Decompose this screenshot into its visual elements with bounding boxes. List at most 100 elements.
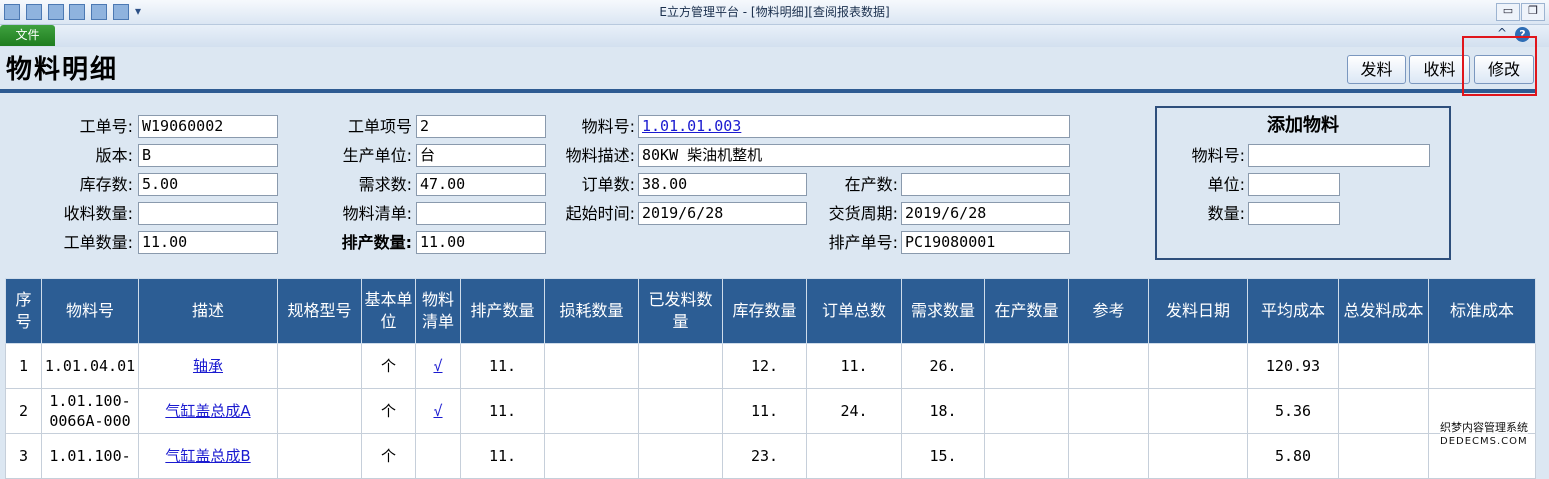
scheduled-qty-label: 排产数量: [341, 233, 412, 252]
version-field[interactable]: B [138, 144, 278, 167]
desc-link[interactable]: 气缸盖总成A [165, 402, 250, 420]
file-tab[interactable]: 文件 [0, 25, 55, 46]
delivery-cycle-field[interactable]: 2019/6/28 [901, 202, 1070, 225]
spec-cell [277, 343, 362, 389]
stock-cell: 23. [722, 433, 807, 479]
spec-cell [277, 433, 362, 479]
desc-link[interactable]: 轴承 [193, 357, 223, 375]
demand-cell: 15. [901, 433, 985, 479]
desc-cell: 气缸盖总成A [138, 388, 278, 434]
receive-button[interactable]: 收料 [1409, 55, 1470, 84]
column-header[interactable]: 排产数量 [460, 278, 545, 344]
ribbon-bar [0, 25, 1549, 48]
column-header[interactable]: 物料清单 [415, 278, 461, 344]
column-header[interactable]: 总发料成本 [1338, 278, 1429, 344]
schedule-no-label: 排产单号: [828, 233, 898, 252]
ordered-qty-label: 订单数: [581, 175, 635, 194]
in-prod-cell [984, 343, 1069, 389]
ref-cell [1068, 343, 1149, 389]
column-header[interactable]: 已发料数量 [638, 278, 723, 344]
column-header[interactable]: 损耗数量 [544, 278, 639, 344]
add-material-no-input[interactable] [1248, 144, 1430, 167]
ordered-qty-field[interactable]: 38.00 [638, 173, 807, 196]
column-header[interactable]: 参考 [1068, 278, 1149, 344]
avg-cost-cell: 5.80 [1247, 433, 1339, 479]
material-table: 序号 物料号 描述 规格型号 基本单位 物料清单 排产数量 损耗数量 已发料数量… [5, 278, 1536, 479]
scheduled-cell: 11. [460, 343, 545, 389]
table-row[interactable]: 2 1.01.100-0066A-000 气缸盖总成A 个 √ 11. 11. … [5, 388, 1536, 434]
bom-field[interactable] [416, 202, 546, 225]
material-no-cell: 1.01.100-0066A-000 [41, 388, 139, 434]
loss-cell [544, 388, 639, 434]
order-qty-field[interactable]: 11.00 [138, 231, 278, 254]
item-no-label: 工单项号 [347, 117, 412, 136]
restore-button[interactable]: ❐ [1521, 3, 1545, 21]
issued-cell [638, 343, 723, 389]
add-material-no-label: 物料号: [1191, 146, 1245, 165]
material-no-cell: 1.01.04.01 [41, 343, 139, 389]
scheduled-qty-field[interactable]: 11.00 [416, 231, 546, 254]
material-no-field[interactable]: 1.01.01.003 [638, 115, 1070, 138]
table-row[interactable]: 1 1.01.04.01 轴承 个 √ 11. 12. 11. 26. 120.… [5, 343, 1536, 389]
add-qty-input[interactable] [1248, 202, 1340, 225]
column-header[interactable]: 平均成本 [1247, 278, 1339, 344]
content-area: 物料明细 发料 收料 修改 工单号: W19060002 版本: B 库存数: … [0, 36, 1549, 479]
column-header[interactable]: 需求数量 [901, 278, 985, 344]
bom-link[interactable]: √ [433, 402, 442, 420]
bom-label: 物料清单: [342, 204, 412, 223]
window-titlebar: ▾ E立方管理平台 - [物料明细][查阅报表数据] ▭ ❐ [0, 0, 1549, 25]
seq-cell: 1 [5, 343, 42, 389]
production-unit-field[interactable]: 台 [416, 144, 546, 167]
in-prod-cell [984, 388, 1069, 434]
unit-cell: 个 [361, 433, 416, 479]
minimize-button[interactable]: ▭ [1496, 3, 1520, 21]
column-header[interactable]: 物料号 [41, 278, 139, 344]
column-header[interactable]: 标准成本 [1428, 278, 1536, 344]
material-no-cell: 1.01.100- [41, 433, 139, 479]
production-unit-label: 生产单位: [342, 146, 412, 165]
column-header[interactable]: 序号 [5, 278, 42, 344]
issued-cell [638, 433, 723, 479]
total-cost-cell [1338, 388, 1429, 434]
column-header[interactable]: 基本单位 [361, 278, 416, 344]
column-header[interactable]: 库存数量 [722, 278, 807, 344]
bom-cell: √ [415, 388, 461, 434]
material-desc-field[interactable]: 80KW 柴油机整机 [638, 144, 1070, 167]
in-production-field[interactable] [901, 173, 1070, 196]
demand-qty-field[interactable]: 47.00 [416, 173, 546, 196]
received-qty-field[interactable] [138, 202, 278, 225]
highlight-box [1462, 36, 1537, 96]
seq-cell: 3 [5, 433, 42, 479]
bom-link[interactable]: √ [433, 357, 442, 375]
desc-link[interactable]: 气缸盖总成B [165, 447, 250, 465]
table-row[interactable]: 3 1.01.100- 气缸盖总成B 个 11. 23. 15. 5.80 [5, 433, 1536, 479]
watermark: 织梦内容管理系统 DEDECMS.COM [1440, 421, 1528, 449]
column-header[interactable]: 描述 [138, 278, 278, 344]
column-header[interactable]: 订单总数 [806, 278, 902, 344]
ref-cell [1068, 388, 1149, 434]
title-divider [0, 89, 1537, 93]
delivery-cycle-label: 交货周期: [828, 204, 898, 223]
add-unit-label: 单位: [1207, 175, 1245, 194]
start-time-field[interactable]: 2019/6/28 [638, 202, 807, 225]
schedule-no-field[interactable]: PC19080001 [901, 231, 1070, 254]
column-header[interactable]: 规格型号 [277, 278, 362, 344]
work-order-no-field[interactable]: W19060002 [138, 115, 278, 138]
loss-cell [544, 433, 639, 479]
bom-cell [415, 433, 461, 479]
column-header[interactable]: 在产数量 [984, 278, 1069, 344]
watermark-line2: DEDECMS.COM [1440, 436, 1528, 447]
add-unit-input[interactable] [1248, 173, 1340, 196]
stock-qty-field[interactable]: 5.00 [138, 173, 278, 196]
material-no-link[interactable]: 1.01.01.003 [642, 117, 741, 135]
issued-cell [638, 388, 723, 434]
column-header[interactable]: 发料日期 [1148, 278, 1248, 344]
demand-cell: 18. [901, 388, 985, 434]
std-cost-cell [1428, 343, 1536, 389]
stock-cell: 11. [722, 388, 807, 434]
total-cost-cell [1338, 343, 1429, 389]
issue-button[interactable]: 发料 [1347, 55, 1406, 84]
item-no-field[interactable]: 2 [416, 115, 546, 138]
stock-cell: 12. [722, 343, 807, 389]
total-cost-cell [1338, 433, 1429, 479]
